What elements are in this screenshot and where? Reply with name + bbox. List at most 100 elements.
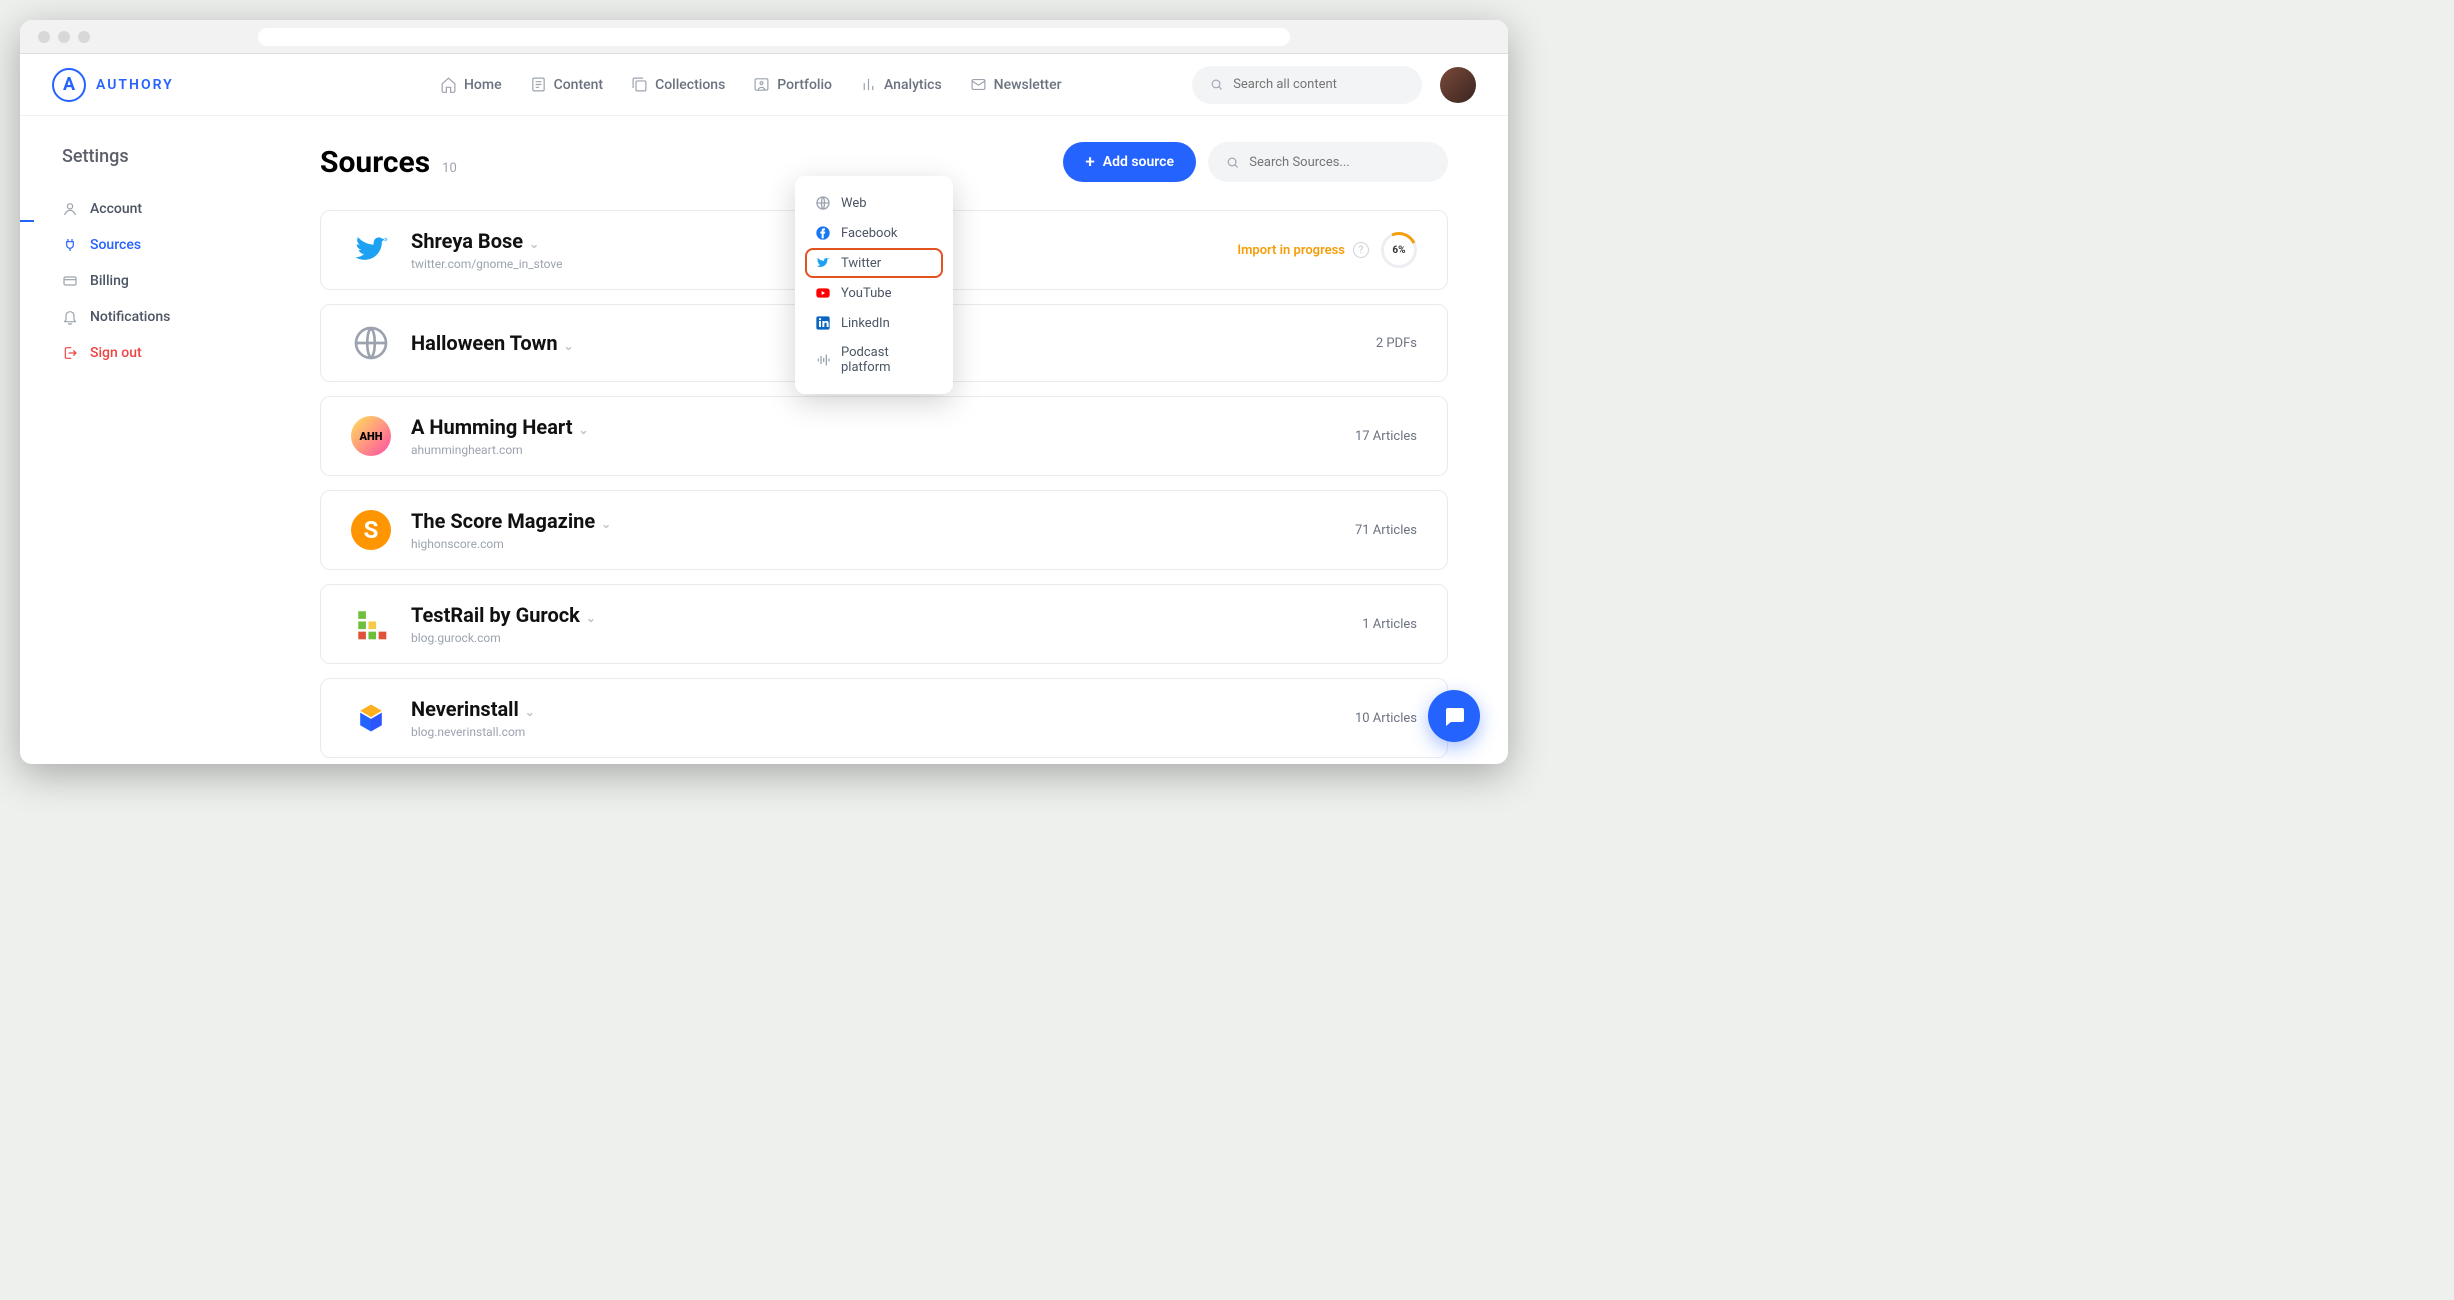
sidebar-item-notifications[interactable]: Notifications [62,299,252,335]
twitter-icon [815,255,831,271]
topbar: A AUTHORY Home Content Collections [20,54,1508,116]
globe-icon [351,323,391,363]
nav-label: Portfolio [777,77,832,93]
sidebar: Settings Account Sources Billing Notific… [20,116,280,764]
source-logo [351,698,391,738]
add-label: Add source [1103,154,1174,170]
nav-portfolio[interactable]: Portfolio [753,76,832,93]
chevron-down-icon[interactable]: ⌄ [525,705,535,719]
dropdown-label: Facebook [841,226,897,241]
nav-label: Newsletter [994,77,1062,93]
source-card[interactable]: S The Score Magazine⌄ highonscore.com 71… [320,490,1448,570]
progress-ring: 6% [1381,232,1417,268]
search-icon [1210,77,1223,92]
nav-label: Collections [655,77,725,93]
sidebar-item-label: Account [90,201,142,217]
source-meta: 1 Articles [1362,617,1417,632]
globe-icon [815,195,831,211]
nav-home[interactable]: Home [440,76,502,93]
portfolio-icon [753,76,770,93]
source-logo: S [351,510,391,550]
page-title: Sources [320,145,430,180]
chevron-down-icon[interactable]: ⌄ [529,237,539,251]
dropdown-label: LinkedIn [841,316,890,331]
source-card[interactable]: TestRail by Gurock⌄ blog.gurock.com 1 Ar… [320,584,1448,664]
source-title: Shreya Bose [411,229,523,253]
sidebar-item-account[interactable]: Account [62,191,252,227]
nav-label: Analytics [884,77,942,93]
plus-icon: + [1085,154,1094,171]
global-search[interactable] [1192,66,1422,104]
home-icon [440,76,457,93]
podcast-icon [815,352,831,368]
logo-icon: A [52,68,86,102]
content-icon [530,76,547,93]
source-title: Neverinstall [411,697,519,721]
sidebar-item-signout[interactable]: Sign out [62,335,252,371]
plug-icon [62,237,78,253]
dropdown-label: Web [841,196,867,211]
sidebar-item-label: Billing [90,273,129,289]
sidebar-title: Settings [62,146,252,167]
search-icon [1226,155,1239,170]
source-title: Halloween Town [411,331,558,355]
nav-label: Home [464,77,502,93]
avatar[interactable] [1440,67,1476,103]
url-bar[interactable] [258,28,1290,46]
top-nav: Home Content Collections Portfolio Analy… [440,76,1062,93]
source-sub: twitter.com/gnome_in_stove [411,257,563,271]
dropdown-item-linkedin[interactable]: LinkedIn [805,308,943,338]
source-title: A Humming Heart [411,415,572,439]
sources-search[interactable] [1208,142,1448,182]
page-count: 10 [442,161,457,176]
dropdown-item-web[interactable]: Web [805,188,943,218]
source-meta: 10 Articles [1355,711,1417,726]
sidebar-item-label: Sign out [90,345,142,361]
sidebar-item-sources[interactable]: Sources [62,227,252,263]
sources-search-input[interactable] [1249,155,1430,170]
dropdown-label: Twitter [841,256,881,271]
main: Sources 10 + Add source Web [280,116,1508,764]
source-logo: AHH [351,416,391,456]
help-icon[interactable]: ? [1353,242,1369,258]
brand-name: AUTHORY [96,77,174,93]
sidebar-item-billing[interactable]: Billing [62,263,252,299]
browser-chrome [20,20,1508,54]
source-card[interactable]: Neverinstall ⌄ blog.neverinstall.com 10 A… [320,678,1448,758]
logo[interactable]: A AUTHORY [52,68,174,102]
browser-window: A AUTHORY Home Content Collections [20,20,1508,764]
source-meta: 71 Articles [1355,523,1417,538]
active-marker [20,220,34,222]
source-sub: blog.neverinstall.com [411,725,535,739]
dropdown-item-twitter[interactable]: Twitter [805,248,943,278]
twitter-icon [351,230,391,270]
source-sub: blog.gurock.com [411,631,596,645]
dropdown-item-youtube[interactable]: YouTube [805,278,943,308]
chevron-down-icon[interactable]: ⌄ [564,339,574,353]
nav-collections[interactable]: Collections [631,76,725,93]
bell-icon [62,309,78,325]
source-sub: highonscore.com [411,537,611,551]
card-icon [62,273,78,289]
chevron-down-icon[interactable]: ⌄ [586,611,596,625]
import-status: Import in progress? [1237,242,1369,258]
window-dot [38,31,50,43]
sidebar-item-label: Sources [90,237,141,253]
dropdown-label: Podcast platform [841,345,933,375]
source-logo [351,604,391,644]
chevron-down-icon[interactable]: ⌄ [578,423,588,437]
chat-fab[interactable] [1428,690,1480,742]
youtube-icon [815,285,831,301]
source-meta: 2 PDFs [1376,336,1417,351]
source-card[interactable]: AHH A Humming Heart⌄ ahummingheart.com 1… [320,396,1448,476]
chevron-down-icon[interactable]: ⌄ [601,517,611,531]
dropdown-item-facebook[interactable]: Facebook [805,218,943,248]
add-source-button[interactable]: + Add source [1063,142,1196,182]
dropdown-item-podcast[interactable]: Podcast platform [805,338,943,382]
add-source-dropdown: Web Facebook Twitter YouTube [795,176,953,394]
nav-newsletter[interactable]: Newsletter [970,76,1062,93]
nav-analytics[interactable]: Analytics [860,76,942,93]
window-dot [58,31,70,43]
nav-content[interactable]: Content [530,76,604,93]
search-input[interactable] [1233,77,1404,92]
